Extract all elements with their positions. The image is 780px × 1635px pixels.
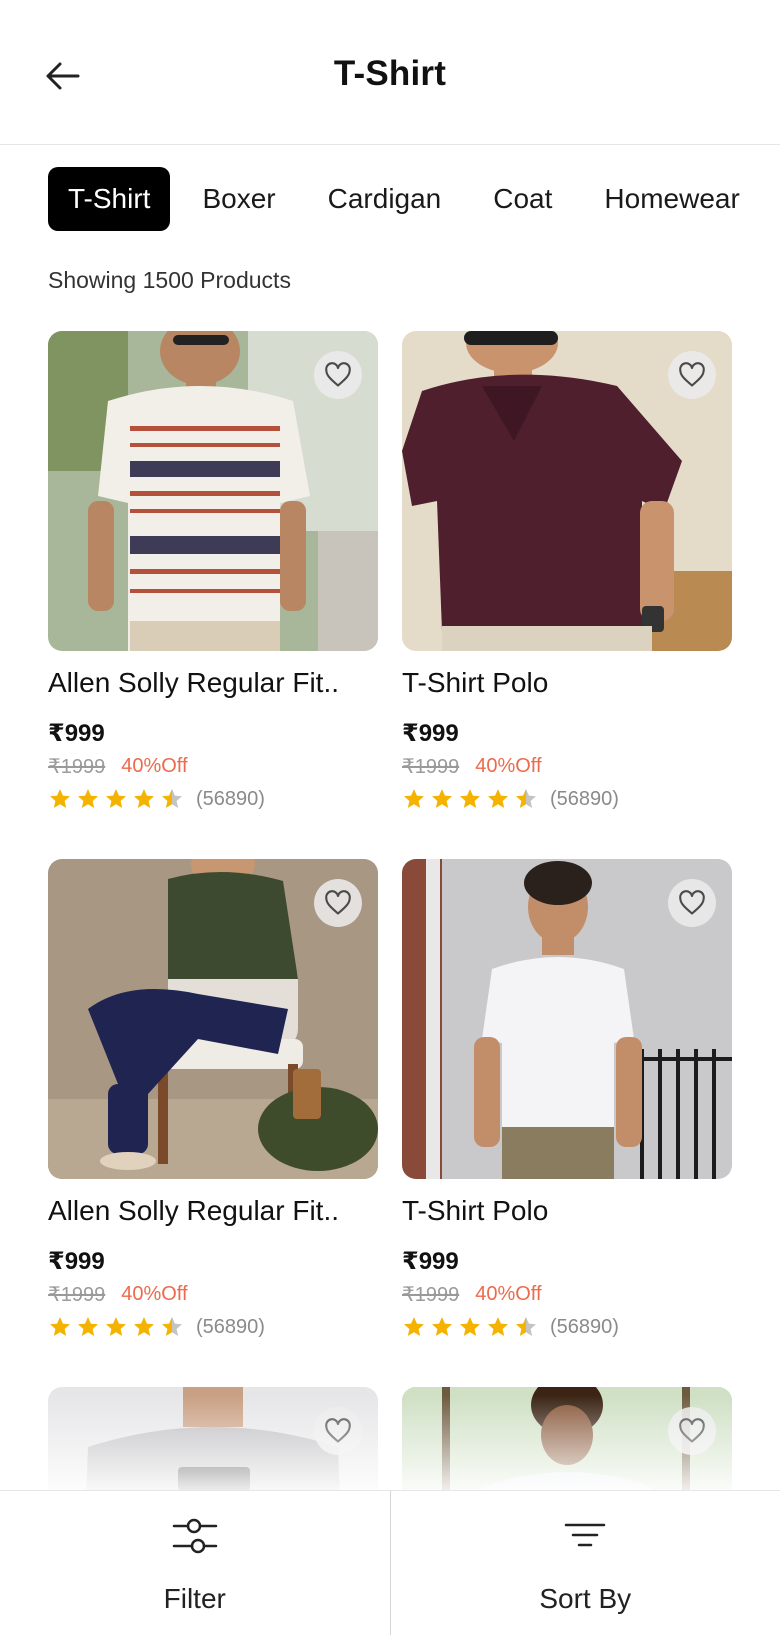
star-half-icon — [162, 1317, 182, 1336]
star-full-icon — [50, 1317, 70, 1336]
filter-button[interactable]: Filter — [0, 1491, 390, 1635]
product-image[interactable] — [48, 331, 378, 651]
product-price: ₹999 — [48, 720, 105, 747]
category-tabs: T-Shirt Boxer Cardigan Coat Homewear — [48, 167, 780, 231]
tab-coat[interactable]: Coat — [473, 167, 572, 231]
wishlist-button[interactable] — [668, 879, 716, 927]
product-price: ₹999 — [402, 1248, 459, 1275]
star-full-icon — [134, 1317, 154, 1336]
price-details: ₹1999 40%Off — [48, 1282, 378, 1307]
product-card[interactable]: T-Shirt Polo ₹999 ₹1999 40%Off (56890) — [402, 859, 732, 1339]
product-title[interactable]: Allen Solly Regular Fit.. — [48, 667, 378, 699]
sort-lines-icon — [565, 1523, 606, 1547]
product-title[interactable]: Allen Solly Regular Fit.. — [48, 1195, 378, 1227]
tab-boxer[interactable]: Boxer — [182, 167, 295, 231]
rating: (56890) — [48, 1315, 378, 1339]
star-full-icon — [106, 789, 126, 808]
product-card[interactable]: T-Shirt Polo ₹999 ₹1999 40%Off (56890) — [402, 331, 732, 811]
page-title: T-Shirt — [333, 54, 447, 93]
star-rating — [402, 787, 538, 811]
sort-label: Sort By — [539, 1583, 632, 1614]
filter-label: Filter — [163, 1583, 226, 1614]
review-count: (56890) — [550, 1315, 619, 1338]
product-price: ₹999 — [48, 1248, 105, 1275]
rating: (56890) — [402, 787, 732, 811]
product-title[interactable]: T-Shirt Polo — [402, 667, 732, 699]
star-rating — [48, 1315, 184, 1339]
original-price: ₹1999 — [402, 756, 460, 778]
product-image[interactable] — [402, 331, 732, 651]
product-price: ₹999 — [402, 720, 459, 747]
review-count: (56890) — [196, 1315, 265, 1338]
product-card[interactable] — [402, 1387, 732, 1490]
product-card[interactable]: Allen Solly Regular Fit.. ₹999 ₹1999 40%… — [48, 859, 378, 1339]
heart-icon — [325, 362, 351, 387]
product-card[interactable]: Allen Solly Regular Fit.. ₹999 ₹1999 40%… — [48, 331, 378, 811]
discount-label: 40%Off — [475, 755, 542, 777]
star-full-icon — [488, 1317, 508, 1336]
star-full-icon — [488, 789, 508, 808]
wishlist-button[interactable] — [314, 351, 362, 399]
original-price: ₹1999 — [48, 1284, 106, 1306]
product-card[interactable] — [48, 1387, 378, 1490]
result-count: Showing 1500 Products — [48, 267, 291, 293]
product-image[interactable] — [402, 1387, 732, 1490]
star-full-icon — [432, 789, 452, 808]
price-details: ₹1999 40%Off — [402, 1282, 732, 1307]
product-grid: Allen Solly Regular Fit.. ₹999 ₹1999 40%… — [48, 331, 732, 1490]
heart-icon — [325, 890, 351, 915]
star-full-icon — [78, 789, 98, 808]
wishlist-button[interactable] — [314, 879, 362, 927]
wishlist-button[interactable] — [668, 1407, 716, 1455]
wishlist-button[interactable] — [668, 351, 716, 399]
star-full-icon — [106, 1317, 126, 1336]
product-image[interactable] — [48, 859, 378, 1179]
wishlist-button[interactable] — [314, 1407, 362, 1455]
heart-icon — [679, 1418, 705, 1443]
star-rating — [48, 787, 184, 811]
tab-t-shirt[interactable]: T-Shirt — [48, 167, 171, 231]
product-image[interactable] — [402, 859, 732, 1179]
star-full-icon — [404, 789, 424, 808]
tab-cardigan[interactable]: Cardigan — [308, 167, 462, 231]
rating: (56890) — [402, 1315, 732, 1339]
app-header: T-Shirt — [0, 0, 780, 145]
star-full-icon — [460, 789, 480, 808]
rating: (56890) — [48, 787, 378, 811]
review-count: (56890) — [196, 787, 265, 810]
star-rating — [402, 1315, 538, 1339]
star-full-icon — [134, 789, 154, 808]
star-full-icon — [432, 1317, 452, 1336]
tab-homewear[interactable]: Homewear — [584, 167, 759, 231]
discount-label: 40%Off — [475, 1283, 542, 1305]
star-full-icon — [78, 1317, 98, 1336]
discount-label: 40%Off — [121, 755, 188, 777]
star-half-icon — [162, 789, 182, 808]
discount-label: 40%Off — [121, 1283, 188, 1305]
price-details: ₹1999 40%Off — [48, 754, 378, 779]
star-full-icon — [50, 789, 70, 808]
product-image[interactable] — [48, 1387, 378, 1490]
heart-icon — [679, 890, 705, 915]
star-full-icon — [460, 1317, 480, 1336]
product-title[interactable]: T-Shirt Polo — [402, 1195, 732, 1227]
sliders-icon — [172, 1518, 217, 1554]
review-count: (56890) — [550, 787, 619, 810]
original-price: ₹1999 — [402, 1284, 460, 1306]
sort-button[interactable]: Sort By — [389, 1491, 780, 1635]
original-price: ₹1999 — [48, 756, 106, 778]
star-full-icon — [404, 1317, 424, 1336]
heart-icon — [679, 362, 705, 387]
price-details: ₹1999 40%Off — [402, 754, 732, 779]
heart-icon — [325, 1418, 351, 1443]
star-half-icon — [516, 789, 536, 808]
bottom-action-bar: Filter Sort By — [0, 1490, 780, 1635]
star-half-icon — [516, 1317, 536, 1336]
